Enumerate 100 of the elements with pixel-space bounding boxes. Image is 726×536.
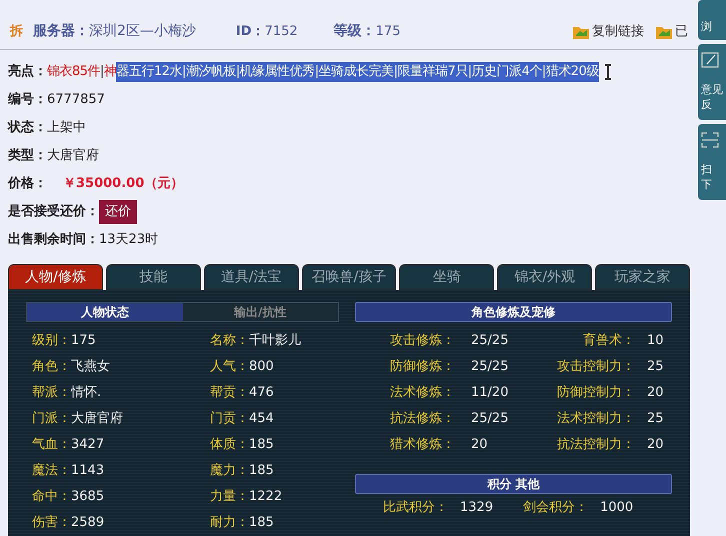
stat-label: 门派： xyxy=(32,410,71,428)
field-label: 是否接受还价： xyxy=(8,202,99,222)
side-panel-text: 反 xyxy=(701,97,712,112)
sub-tab[interactable]: 输出/抗性 xyxy=(182,303,338,321)
stat-value: 20 xyxy=(647,436,664,454)
stat-label: 体质： xyxy=(210,436,249,454)
stat-label: 角色： xyxy=(32,358,71,376)
field-value: 上架中 xyxy=(47,119,86,138)
stat-label: 攻击控制力： xyxy=(556,358,636,376)
field-label: 亮点： xyxy=(8,62,47,82)
stat-value: 185 xyxy=(249,462,274,480)
stat-value: 10 xyxy=(647,332,664,350)
stat-label: 魔力： xyxy=(210,462,249,480)
stat-label: 帮派： xyxy=(32,384,71,402)
stat-label: 法术修炼： xyxy=(389,384,456,402)
stat-label: 防御修炼： xyxy=(389,358,456,376)
stat-value: 1143 xyxy=(71,462,104,480)
field-label: 状态： xyxy=(8,119,47,138)
level-value: 175 xyxy=(376,22,400,41)
edit-icon xyxy=(701,52,719,68)
stat-value: 20 xyxy=(471,436,488,454)
section-header: 积分 其他 xyxy=(355,474,672,494)
folder-icon xyxy=(656,24,672,38)
tab[interactable]: 坐骑 xyxy=(399,264,494,290)
action-link[interactable]: 复制链接 xyxy=(573,22,644,42)
stat-value: 25 xyxy=(647,410,664,428)
tab[interactable]: 道具/法宝 xyxy=(204,264,299,290)
stat-value: 454 xyxy=(249,410,274,428)
stat-value: 大唐官府 xyxy=(71,410,123,428)
stat-value: 185 xyxy=(249,514,274,532)
scan-icon xyxy=(701,132,719,148)
field-value: 大唐官府 xyxy=(47,147,99,166)
side-panel-text: 意见 xyxy=(701,82,723,97)
stat-value: 185 xyxy=(249,436,274,454)
id-label: ID： xyxy=(236,22,265,41)
stat-label: 级别： xyxy=(32,332,71,350)
server-label: 服务器： xyxy=(33,22,89,41)
stat-value: 1222 xyxy=(249,488,282,506)
id-value: 7152 xyxy=(264,22,298,41)
stat-value: 25/25 xyxy=(471,332,508,350)
price-value: ￥35000.00（元） xyxy=(63,175,184,194)
stat-value: 1000 xyxy=(600,499,634,518)
stat-value: 3685 xyxy=(71,488,104,506)
highlight-text: | xyxy=(100,63,104,82)
level-label: 等级： xyxy=(334,22,376,41)
stat-label: 气血： xyxy=(32,436,71,454)
stat-value: 25/25 xyxy=(471,410,508,428)
text-cursor-icon xyxy=(604,64,611,80)
stat-label: 门贡： xyxy=(210,410,249,428)
stat-value: 情怀. xyxy=(71,384,102,402)
field-value: 6777857 xyxy=(47,91,105,110)
tab[interactable]: 玩家之家 xyxy=(595,264,690,290)
stat-label: 猎术修炼： xyxy=(389,436,456,454)
stat-label: 帮贡： xyxy=(210,384,249,402)
demolish-label: 拆 xyxy=(10,22,23,41)
side-panel-button[interactable]: 意见 反 xyxy=(698,44,726,120)
sub-tab[interactable]: 人物状态 xyxy=(27,303,182,321)
side-panel-text: 扫 xyxy=(701,162,712,177)
tab[interactable]: 技能 xyxy=(106,264,201,290)
side-panel-button[interactable]: 扫 下 xyxy=(698,124,726,200)
stat-label: 力量： xyxy=(210,488,249,506)
stat-value: 2589 xyxy=(71,514,104,532)
stat-label: 法术控制力： xyxy=(556,410,636,428)
side-panel-text: 下 xyxy=(701,177,712,192)
stat-label: 命中： xyxy=(32,488,71,506)
stat-value: 20 xyxy=(647,384,664,402)
stat-value: 飞燕女 xyxy=(71,358,110,376)
server-name: 深圳2区—小梅沙 xyxy=(89,22,196,41)
stat-value: 1329 xyxy=(460,499,494,518)
side-panel-button[interactable]: 浏 xyxy=(698,0,726,40)
stat-label: 抗法控制力： xyxy=(556,436,636,454)
field-label: 编号： xyxy=(8,90,47,110)
stat-value: 800 xyxy=(249,358,274,376)
section-header: 角色修炼及宠修 xyxy=(355,302,672,322)
stat-value: 476 xyxy=(249,384,274,402)
stat-label: 人气： xyxy=(210,358,249,376)
stat-value: 3427 xyxy=(71,436,104,454)
action-link[interactable]: 已 xyxy=(656,22,688,42)
stat-label: 比武积分： xyxy=(383,499,449,518)
stat-label: 攻击修炼： xyxy=(389,332,456,350)
tab[interactable]: 锦衣/外观 xyxy=(497,264,592,290)
stat-label: 育兽术： xyxy=(582,332,636,350)
field-label: 类型： xyxy=(8,147,47,166)
stat-value: 25/25 xyxy=(471,358,508,376)
tab[interactable]: 人物/修炼 xyxy=(8,264,103,290)
stat-label: 耐力： xyxy=(210,514,249,532)
stat-label: 抗法修炼： xyxy=(389,410,456,428)
stat-label: 防御控制力： xyxy=(556,384,636,402)
stat-label: 名称： xyxy=(210,332,249,350)
counter-offer-button[interactable]: 还价 xyxy=(99,200,137,224)
field-label: 价格： xyxy=(8,175,47,194)
tab[interactable]: 召唤兽/孩子 xyxy=(302,264,396,290)
highlight-text: 锦衣85件 xyxy=(47,63,100,82)
side-panel-text: 浏 xyxy=(701,19,712,34)
stat-value: 175 xyxy=(71,332,96,350)
stat-value: 25 xyxy=(647,358,664,376)
stat-label: 剑会积分： xyxy=(523,499,590,518)
highlight-text: 器五行12水|潮汐帆板|机缘属性优秀|坐骑成长完美|限量祥瑞7只|历史门派4个|猎术20级 xyxy=(116,62,599,82)
stat-label: 魔法： xyxy=(32,462,71,480)
highlight-text: 神 xyxy=(104,63,116,82)
